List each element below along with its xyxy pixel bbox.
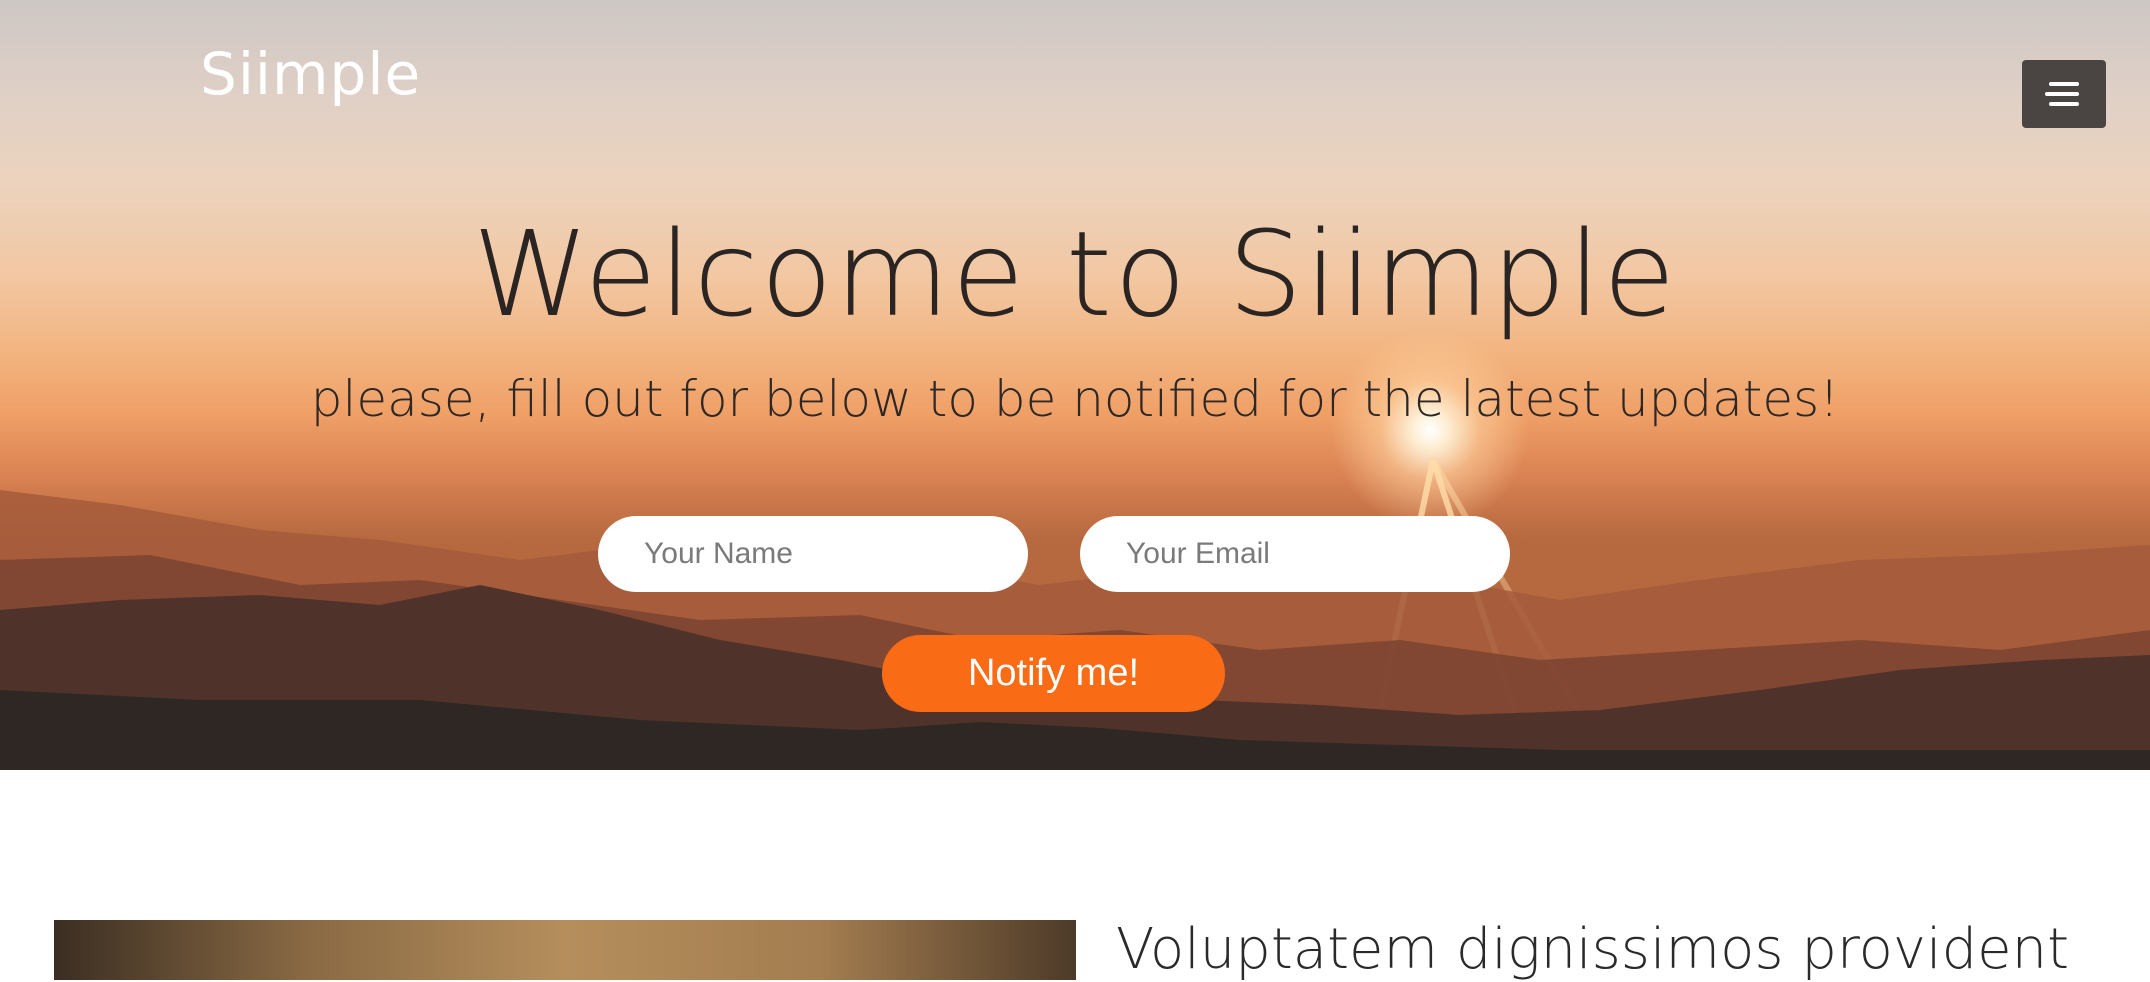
hero-subtitle: please, fill out for below to be notifie… [310, 370, 1840, 428]
brand-logo[interactable]: Siimple [200, 40, 421, 108]
email-input[interactable] [1080, 516, 1510, 592]
name-input[interactable] [598, 516, 1028, 592]
menu-button[interactable] [2022, 60, 2106, 128]
notify-button[interactable]: Notify me! [882, 635, 1225, 712]
hero-title: Welcome to Siimple [472, 205, 1678, 343]
hero-section: Siimple Welcome to Siimple please, fill … [0, 0, 2150, 770]
hamburger-menu-icon [2045, 82, 2079, 106]
feature-image [54, 920, 1076, 980]
feature-heading: Voluptatem dignissimos provident [1116, 917, 2070, 982]
